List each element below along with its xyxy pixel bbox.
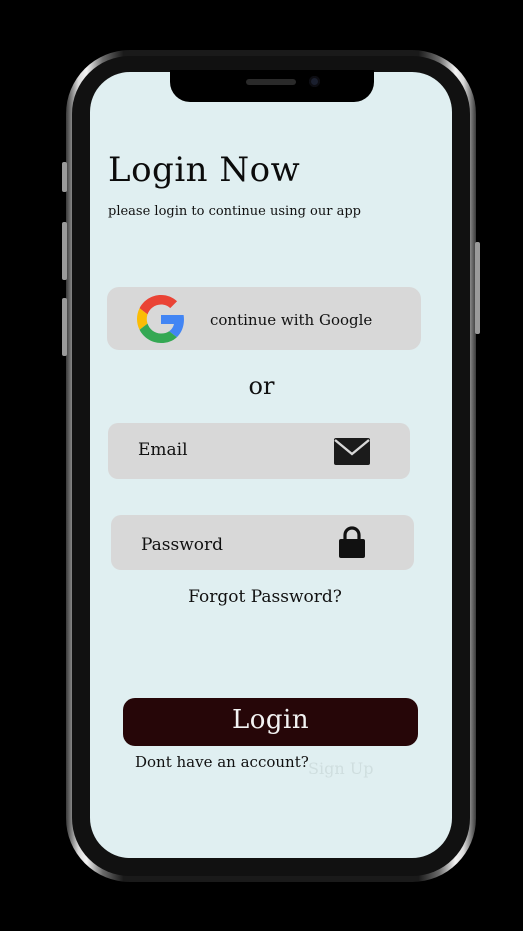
login-button-label: Login	[231, 705, 310, 735]
speaker-grille	[246, 79, 296, 85]
mail-icon	[334, 438, 370, 465]
silent-switch	[62, 162, 67, 192]
power-button	[475, 242, 480, 334]
front-camera	[309, 76, 320, 87]
sign-up-link[interactable]: Sign Up	[308, 759, 373, 778]
password-label: Password	[141, 535, 224, 555]
page-title: Login Now	[108, 150, 301, 190]
google-logo-icon	[137, 295, 184, 343]
forgot-password-link[interactable]: Forgot Password?	[0, 587, 523, 607]
email-field[interactable]: Email	[108, 423, 410, 479]
continue-with-google-button[interactable]: continue with Google	[107, 287, 421, 350]
email-label: Email	[138, 440, 188, 460]
password-field[interactable]: Password	[111, 515, 414, 570]
google-button-label: continue with Google	[210, 311, 373, 329]
page-subtitle: please login to continue using our app	[108, 204, 361, 219]
or-divider: or	[248, 372, 275, 400]
volume-up-button	[62, 222, 67, 280]
volume-down-button	[62, 298, 67, 356]
login-button[interactable]: Login	[123, 698, 418, 746]
no-account-text: Dont have an account?	[135, 753, 309, 771]
phone-notch	[170, 70, 374, 102]
lock-icon	[339, 526, 365, 558]
